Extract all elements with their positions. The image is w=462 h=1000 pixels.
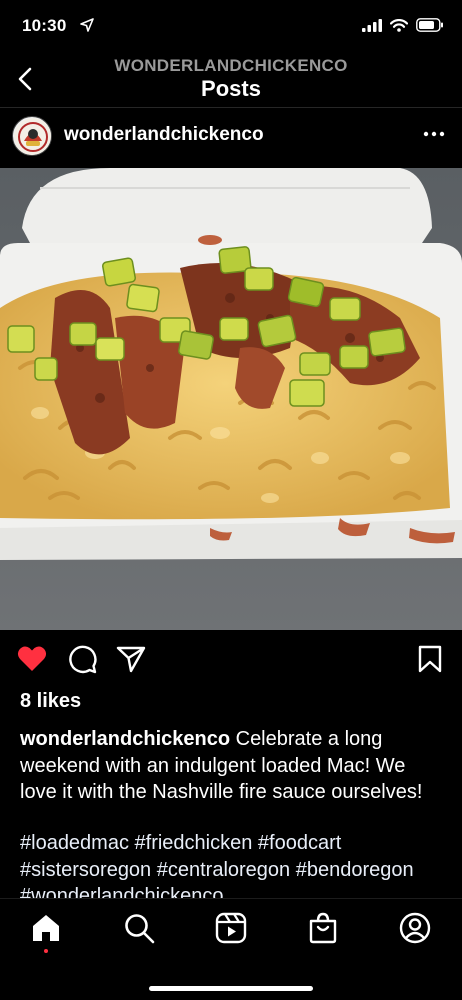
post-header: wonderlandchickenco	[0, 110, 462, 168]
bookmark-icon[interactable]	[414, 644, 446, 674]
status-bar: 10:30	[0, 0, 462, 52]
location-arrow-icon	[80, 18, 94, 32]
logo-icon	[14, 118, 51, 155]
shop-icon[interactable]	[306, 911, 340, 945]
post-caption: wonderlandchickenco Celebrate a long wee…	[20, 726, 446, 806]
food-image	[0, 168, 462, 630]
reels-icon[interactable]	[214, 911, 248, 945]
caption-hashtags[interactable]: #loadedmac #friedchicken #foodcart #sist…	[20, 830, 446, 898]
more-options-icon[interactable]	[422, 124, 446, 144]
page-title: Posts	[201, 76, 261, 101]
likes-count[interactable]: 8 likes	[20, 690, 81, 713]
post-username[interactable]: wonderlandchickenco	[64, 124, 264, 146]
wifi-icon	[390, 18, 408, 32]
home-indicator[interactable]	[149, 986, 313, 991]
comment-icon[interactable]	[66, 644, 98, 674]
status-indicators	[362, 18, 444, 32]
cellular-signal-icon	[362, 18, 382, 32]
profile-icon[interactable]	[398, 911, 432, 945]
share-icon[interactable]	[115, 644, 147, 674]
status-time: 10:30	[22, 16, 67, 35]
home-active-dot	[44, 949, 48, 953]
battery-icon	[416, 18, 443, 32]
avatar[interactable]	[12, 116, 52, 156]
home-icon[interactable]	[29, 911, 63, 945]
heart-icon[interactable]	[16, 644, 48, 674]
caption-username[interactable]: wonderlandchickenco	[20, 728, 230, 750]
nav-header: WONDERLANDCHICKENCO Posts	[0, 52, 462, 108]
bottom-tab-bar	[0, 898, 462, 1000]
post-photo[interactable]	[0, 168, 462, 630]
search-icon[interactable]	[122, 911, 156, 945]
post-actions	[0, 630, 462, 690]
account-name-heading: WONDERLANDCHICKENCO	[114, 56, 348, 75]
